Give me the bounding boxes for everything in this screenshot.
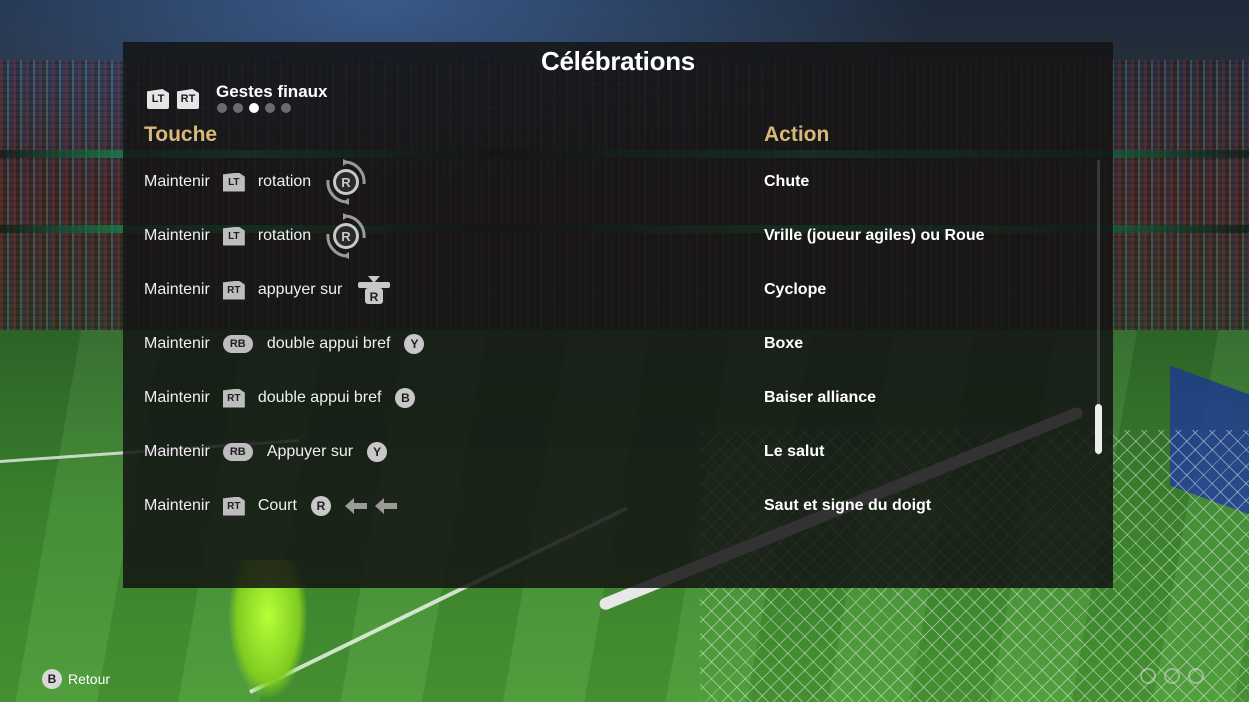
column-header-input: Touche xyxy=(144,123,218,146)
page-indicator xyxy=(217,103,291,113)
y-button-icon: Y xyxy=(367,442,388,462)
column-header-action: Action xyxy=(764,123,830,146)
lt-button-icon: LT xyxy=(222,172,245,192)
y-button-icon: Y xyxy=(404,334,425,354)
row-verb: Maintenir xyxy=(144,173,210,190)
rt-trigger-icon[interactable]: RT xyxy=(177,89,199,109)
rt-button-icon: RT xyxy=(222,496,245,516)
press-stick-icon: R xyxy=(358,276,391,304)
stick-label: R xyxy=(341,175,351,190)
row-action: Cyclope xyxy=(764,281,827,298)
page-dot xyxy=(265,103,275,113)
row-verb: Maintenir xyxy=(144,443,210,460)
row-verb: Maintenir xyxy=(144,389,210,406)
table-row[interactable]: Maintenir RB Appuyer sur Y Le salut xyxy=(123,425,1083,479)
row-input: Maintenir RT double appui bref B xyxy=(144,371,416,425)
row-input: Maintenir LT rotation R xyxy=(144,155,368,209)
status-icons xyxy=(1140,668,1204,684)
row-verb: Maintenir xyxy=(144,497,210,514)
back-label: Retour xyxy=(68,671,111,687)
lt-trigger-icon[interactable]: LT xyxy=(147,89,169,109)
page-dot xyxy=(217,103,227,113)
rt-button-icon: RT xyxy=(222,388,245,408)
r-stick-icon: R xyxy=(310,496,331,516)
row-motion: appuyer sur xyxy=(257,281,343,298)
table-row[interactable]: Maintenir RB double appui bref Y Boxe xyxy=(123,317,1083,371)
tab-current: Gestes finaux xyxy=(216,82,328,101)
b-button-icon: B xyxy=(395,388,416,408)
row-motion: double appui bref xyxy=(266,335,391,352)
row-verb: Maintenir xyxy=(144,335,210,352)
arrow-left-icon xyxy=(344,498,367,514)
table-row[interactable]: Maintenir RT appuyer sur R Cyclope xyxy=(123,263,1083,317)
rotate-stick-icon: R xyxy=(326,213,366,259)
rb-button-icon: RB xyxy=(222,335,253,353)
table-row[interactable]: Maintenir RT Court R Saut et signe du do… xyxy=(123,479,1083,533)
page-title: Célébrations xyxy=(541,46,695,76)
row-input: Maintenir RT Court R xyxy=(144,479,397,533)
table-row[interactable]: Maintenir LT rotation R Vrille (joueur a… xyxy=(123,209,1083,263)
page-dot xyxy=(281,103,291,113)
row-input: Maintenir RB double appui bref Y xyxy=(144,317,425,371)
row-motion: rotation xyxy=(257,227,312,244)
row-action: Baiser alliance xyxy=(764,389,877,406)
row-verb: Maintenir xyxy=(144,227,210,244)
stick-label: R xyxy=(370,290,379,304)
rt-button-icon: RT xyxy=(222,280,245,300)
arrow-left-icon xyxy=(374,498,397,514)
scrollbar-thumb[interactable] xyxy=(1095,404,1102,454)
tab-switcher: LT RT xyxy=(147,86,199,112)
row-input: Maintenir RT appuyer sur R xyxy=(144,263,392,317)
row-action: Vrille (joueur agiles) ou Roue xyxy=(764,227,985,244)
page-dot-active xyxy=(249,103,259,113)
row-input: Maintenir RB Appuyer sur Y xyxy=(144,425,388,479)
controller-icon xyxy=(1188,668,1204,684)
lt-button-icon: LT xyxy=(222,226,245,246)
table-row[interactable]: Maintenir RT double appui bref B Baiser … xyxy=(123,371,1083,425)
row-action: Chute xyxy=(764,173,810,190)
page-dot xyxy=(233,103,243,113)
row-motion: Appuyer sur xyxy=(266,443,354,460)
row-action: Saut et signe du doigt xyxy=(764,497,932,514)
b-button-icon: B xyxy=(42,669,62,689)
rotate-stick-icon: R xyxy=(326,159,366,205)
row-verb: Maintenir xyxy=(144,281,210,298)
network-icon xyxy=(1140,668,1156,684)
back-button[interactable]: B Retour xyxy=(42,669,110,689)
rb-button-icon: RB xyxy=(222,443,253,461)
row-action: Boxe xyxy=(764,335,804,352)
user-icon xyxy=(1164,668,1180,684)
row-motion: Court xyxy=(257,497,297,514)
row-motion: rotation xyxy=(257,173,312,190)
stick-label: R xyxy=(341,229,351,244)
row-input: Maintenir LT rotation R xyxy=(144,209,368,263)
row-action: Le salut xyxy=(764,443,825,460)
table-row[interactable]: Maintenir LT rotation R Chute xyxy=(123,155,1083,209)
celebrations-panel: Célébrations LT RT Gestes finaux Touche … xyxy=(123,42,1113,588)
row-motion: double appui bref xyxy=(257,389,382,406)
